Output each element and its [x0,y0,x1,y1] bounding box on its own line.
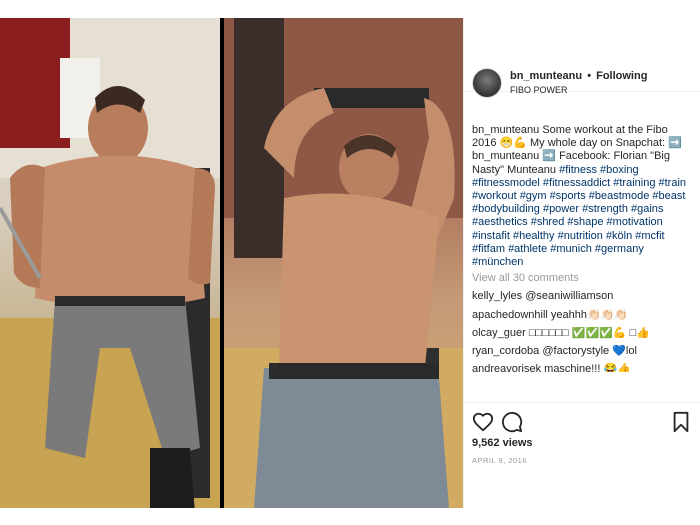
post-actions: 9,562 views APRIL 9, 2016 [464,402,700,492]
comment-username[interactable]: ryan_cordoba [472,345,539,357]
author-username[interactable]: bn_munteanu [510,70,582,82]
media-right-panel [224,18,463,508]
post-caption: bn_munteanu Some workout at the Fibo 201… [472,124,694,269]
comment-icon[interactable] [501,411,523,433]
caption-username[interactable]: bn_munteanu [472,124,539,136]
view-all-comments-link[interactable]: View all 30 comments [472,272,694,285]
comment-item: apachedownhill yeahhh👏🏻👏🏻👏🏻 [472,309,694,322]
comment-text: yeahhh👏🏻👏🏻👏🏻 [550,308,629,321]
comment-text: □□□□□□ ✅✅✅💪 □👍 [528,326,650,339]
separator-dot: • [587,70,592,82]
post-media[interactable] [0,18,463,508]
comment-item: kelly_lyles @seaniwilliamson [472,290,694,303]
post-date[interactable]: APRIL 9, 2016 [472,456,527,465]
comment-username[interactable]: olcay_guer [472,327,526,339]
workout-photo-left [0,18,220,508]
comment-text: @factorystyle 💙lol [542,345,637,358]
post-sidebar: bn_munteanu • Following FIBO POWER bn_mu… [463,18,700,508]
comment-item: andreavorisek maschine!!! 😂👍 [472,363,694,372]
comment-username[interactable]: apachedownhill [472,309,548,321]
comment-username[interactable]: kelly_lyles [472,290,522,302]
view-count[interactable]: 9,562 views [472,437,533,449]
avatar[interactable] [472,68,502,98]
comments-section: bn_munteanu Some workout at the Fibo 201… [472,124,694,377]
bookmark-icon[interactable] [670,411,692,433]
comment-username[interactable]: andreavorisek [472,363,541,372]
heart-icon[interactable] [472,411,494,433]
comment-item: ryan_cordoba @factorystyle 💙lol [472,345,694,358]
following-button[interactable]: Following [596,70,647,82]
comment-text: maschine!!! 😂👍 [544,363,631,373]
caption-hashtags[interactable]: #fitness #boxing #fitnessmodel #fitnessa… [472,164,686,268]
comment-item: olcay_guer □□□□□□ ✅✅✅💪 □👍 [472,327,694,340]
instagram-post: bn_munteanu • Following FIBO POWER bn_mu… [0,18,700,508]
workout-photo-right [224,18,463,508]
comment-text: @seaniwilliamson [525,290,614,303]
media-left-panel [0,18,220,508]
post-header: bn_munteanu • Following FIBO POWER [464,18,700,98]
post-location[interactable]: FIBO POWER [510,85,568,95]
post-author: bn_munteanu • Following [510,70,647,82]
